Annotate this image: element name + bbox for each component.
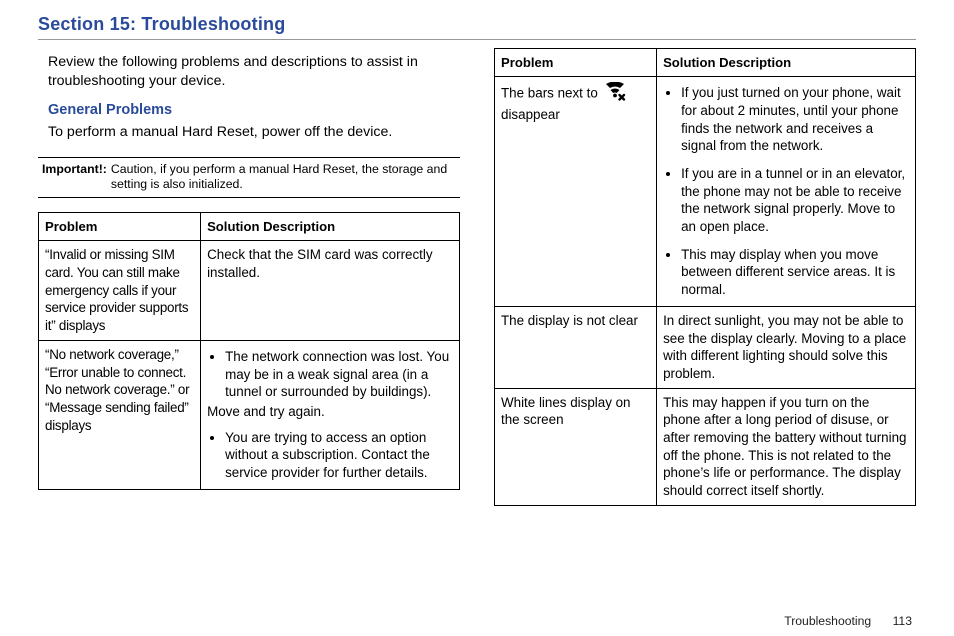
table-row: “No network coverage,” “Error unable to … — [39, 340, 460, 489]
signal-icon — [604, 82, 626, 106]
solution-item: The network connection was lost. You may… — [225, 348, 453, 401]
footer-section-name: Troubleshooting — [784, 614, 871, 628]
solution-cell: The network connection was lost. You may… — [201, 340, 460, 489]
header-problem: Problem — [39, 213, 201, 241]
problem-cell: The bars next to disappear — [495, 77, 657, 307]
intro-text: Review the following problems and descri… — [48, 53, 450, 90]
table-row: The display is not clear In direct sunli… — [495, 306, 916, 388]
header-solution: Solution Description — [201, 213, 460, 241]
important-text: Caution, if you perform a manual Hard Re… — [111, 162, 456, 193]
important-note: Important!: Caution, if you perform a ma… — [38, 157, 460, 198]
troubleshooting-table-left: Problem Solution Description “Invalid or… — [38, 212, 460, 490]
table-row: “Invalid or missing SIM card. You can st… — [39, 241, 460, 340]
problem-cell: White lines display on the screen — [495, 388, 657, 505]
page-footer: Troubleshooting 113 — [784, 614, 912, 628]
problem-text-prefix: The bars next to — [501, 86, 598, 101]
solution-list: If you just turned on your phone, wait f… — [663, 84, 909, 299]
section-title: Section 15: Troubleshooting — [38, 14, 916, 40]
solution-cell: This may happen if you turn on the phone… — [657, 388, 916, 505]
subheading: General Problems — [48, 102, 460, 118]
solution-item: You are trying to access an option witho… — [225, 429, 453, 482]
solution-cell: In direct sunlight, you may not be able … — [657, 306, 916, 388]
important-label: Important!: — [42, 162, 107, 193]
solution-item: If you just turned on your phone, wait f… — [681, 84, 909, 155]
solution-item: This may display when you move between d… — [681, 246, 909, 299]
solution-cell: If you just turned on your phone, wait f… — [657, 77, 916, 307]
header-solution: Solution Description — [657, 49, 916, 77]
subintro-text: To perform a manual Hard Reset, power of… — [48, 123, 450, 142]
table-row: The bars next to disappear — [495, 77, 916, 307]
solution-cell: Check that the SIM card was correctly in… — [201, 241, 460, 340]
table-header-row: Problem Solution Description — [39, 213, 460, 241]
problem-cell: The display is not clear — [495, 306, 657, 388]
problem-text-suffix: disappear — [501, 107, 560, 122]
header-problem: Problem — [495, 49, 657, 77]
solution-line: Move and try again. — [207, 403, 453, 421]
troubleshooting-table-right: Problem Solution Description The bars ne… — [494, 48, 916, 506]
content-columns: Review the following problems and descri… — [38, 48, 916, 506]
table-header-row: Problem Solution Description — [495, 49, 916, 77]
footer-page-number: 113 — [893, 614, 912, 628]
solution-item: If you are in a tunnel or in an elevator… — [681, 165, 909, 236]
left-column: Review the following problems and descri… — [38, 48, 460, 506]
right-column: Problem Solution Description The bars ne… — [494, 48, 916, 506]
problem-cell: “Invalid or missing SIM card. You can st… — [39, 241, 201, 340]
problem-cell: “No network coverage,” “Error unable to … — [39, 340, 201, 489]
solution-list: You are trying to access an option witho… — [207, 429, 453, 482]
solution-list: The network connection was lost. You may… — [207, 348, 453, 401]
table-row: White lines display on the screen This m… — [495, 388, 916, 505]
